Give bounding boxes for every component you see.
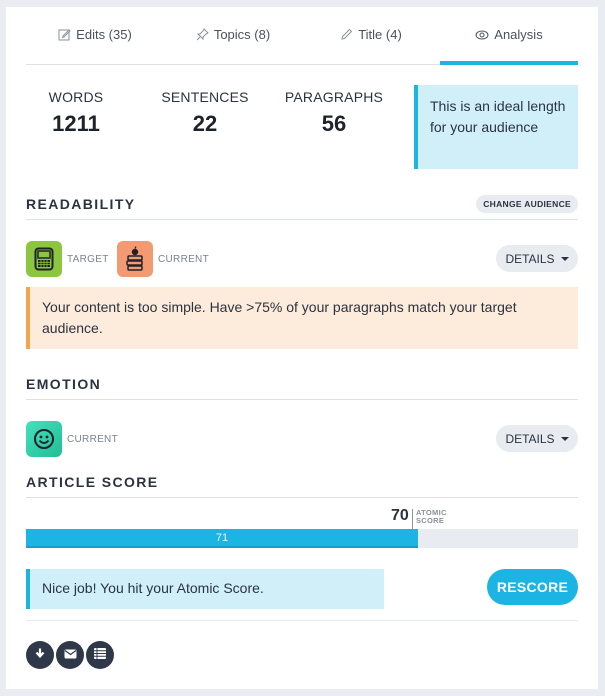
emotion-row: CURRENT DETAILS bbox=[26, 421, 578, 457]
article-score-header: ARTICLE SCORE bbox=[26, 472, 578, 498]
tab-analysis[interactable]: Analysis bbox=[440, 7, 578, 65]
length-note: This is an ideal length for your audienc… bbox=[414, 85, 578, 169]
score-value: 71 bbox=[215, 531, 229, 544]
current-label: CURRENT bbox=[67, 434, 118, 445]
readability-header: READABILITY CHANGE AUDIENCE bbox=[26, 194, 578, 220]
stat-label: WORDS bbox=[48, 89, 104, 105]
tab-label: Topics (8) bbox=[213, 27, 271, 42]
current-label: CURRENT bbox=[158, 254, 209, 265]
pencil-icon bbox=[340, 28, 353, 41]
emotion-header: EMOTION bbox=[26, 374, 578, 400]
stat-paragraphs: PARAGRAPHS 56 bbox=[269, 89, 399, 137]
books-apple-icon bbox=[117, 241, 153, 277]
list-icon bbox=[94, 646, 106, 664]
readability-row: TARGET CURRENT DETAILS bbox=[26, 241, 578, 277]
details-label: DETAILS bbox=[505, 431, 555, 446]
tab-bar: Edits (35) Topics (8) Title (4) Analysis bbox=[26, 7, 578, 65]
divider bbox=[26, 620, 578, 621]
stat-label: PARAGRAPHS bbox=[284, 89, 384, 105]
tab-topics[interactable]: Topics (8) bbox=[164, 7, 302, 64]
tab-label: Analysis bbox=[494, 27, 543, 42]
tab-title[interactable]: Title (4) bbox=[302, 7, 440, 64]
tab-edits[interactable]: Edits (35) bbox=[26, 7, 164, 64]
smiley-icon bbox=[26, 421, 62, 457]
stat-value: 1211 bbox=[52, 111, 100, 136]
atomic-score-label: ATOMIC SCORE bbox=[416, 509, 447, 525]
caret-down-icon bbox=[560, 256, 569, 261]
section-title: ARTICLE SCORE bbox=[26, 474, 159, 490]
emotion-details-button[interactable]: DETAILS bbox=[496, 425, 578, 452]
email-button[interactable] bbox=[56, 641, 84, 669]
score-fill: 71 bbox=[26, 529, 418, 548]
readability-warning: Your content is too simple. Have >75% of… bbox=[26, 287, 578, 349]
details-label: DETAILS bbox=[505, 251, 555, 266]
edit-icon bbox=[58, 28, 71, 41]
change-audience-button[interactable]: CHANGE AUDIENCE bbox=[476, 195, 578, 213]
download-button[interactable] bbox=[26, 641, 54, 669]
download-icon bbox=[34, 646, 46, 664]
score-message: Nice job! You hit your Atomic Score. bbox=[26, 569, 384, 609]
pin-icon bbox=[196, 28, 209, 41]
readability-details-button[interactable]: DETAILS bbox=[496, 245, 578, 272]
envelope-icon bbox=[64, 646, 77, 664]
tab-label: Edits (35) bbox=[76, 27, 132, 42]
stat-value: 56 bbox=[321, 111, 347, 136]
stat-words: WORDS 1211 bbox=[11, 89, 141, 137]
calculator-icon bbox=[26, 241, 62, 277]
stat-value: 22 bbox=[192, 111, 218, 136]
atomic-score-label-line: SCORE bbox=[416, 516, 445, 525]
section-title: READABILITY bbox=[26, 196, 136, 212]
list-button[interactable] bbox=[86, 641, 114, 669]
atomic-score-value: 70 bbox=[391, 507, 409, 524]
section-title: EMOTION bbox=[26, 376, 102, 392]
eye-icon bbox=[475, 30, 489, 40]
rescore-button[interactable]: RESCORE bbox=[487, 569, 578, 605]
document-stats: WORDS 1211 SENTENCES 22 PARAGRAPHS 56 Th… bbox=[26, 85, 578, 170]
score-track: 71 bbox=[26, 529, 578, 548]
caret-down-icon bbox=[560, 436, 569, 441]
score-bar: 70 ATOMIC SCORE 71 bbox=[26, 507, 578, 549]
tab-label: Title (4) bbox=[358, 27, 402, 42]
stat-label: SENTENCES bbox=[161, 89, 249, 105]
target-label: TARGET bbox=[67, 254, 109, 265]
analysis-panel: Edits (35) Topics (8) Title (4) Analysis… bbox=[6, 7, 598, 689]
stat-sentences: SENTENCES 22 bbox=[140, 89, 270, 137]
